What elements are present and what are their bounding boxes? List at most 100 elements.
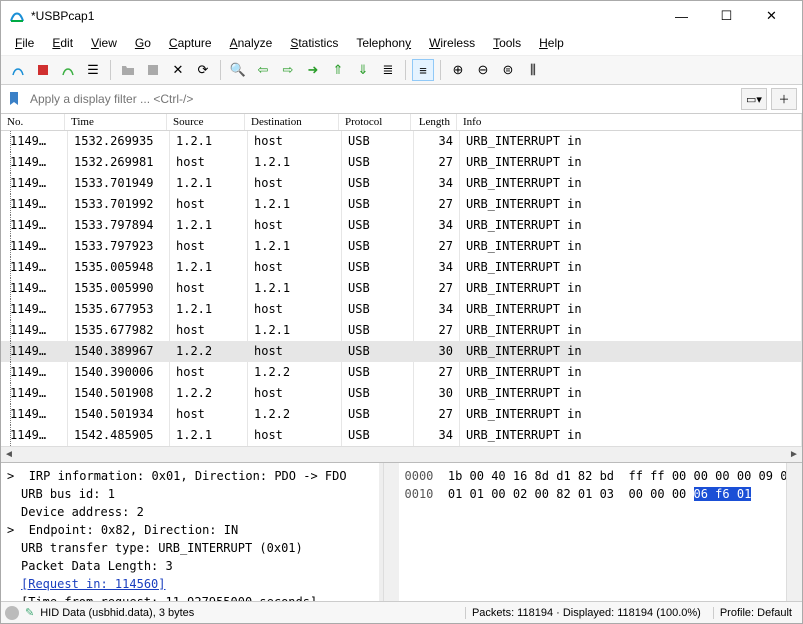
statusbar: ✎ HID Data (usbhid.data), 3 bytes Packet… xyxy=(1,601,802,623)
separator xyxy=(110,60,111,80)
separator xyxy=(405,60,406,80)
detail-line[interactable]: > IRP information: 0x01, Direction: PDO … xyxy=(3,467,379,485)
status-profile[interactable]: Profile: Default xyxy=(713,607,798,619)
app-icon xyxy=(9,8,25,24)
go-first-icon[interactable]: ⇑ xyxy=(327,59,349,81)
scroll-left-icon[interactable]: ◄ xyxy=(1,447,17,463)
table-row[interactable]: 1149…1533.7019491.2.1hostUSB34URB_INTERR… xyxy=(1,173,802,194)
filter-add-button[interactable]: ＋ xyxy=(771,88,797,110)
menu-telephony[interactable]: Telephony xyxy=(348,33,419,53)
scroll-right-icon[interactable]: ► xyxy=(786,447,802,463)
filter-expression-button[interactable]: ▭▾ xyxy=(741,88,767,110)
col-header-length[interactable]: Length xyxy=(411,114,457,130)
zoom-reset-icon[interactable]: ⊜ xyxy=(497,59,519,81)
menu-capture[interactable]: Capture xyxy=(161,33,220,53)
details-scrollbar[interactable] xyxy=(383,463,399,601)
packet-details[interactable]: > IRP information: 0x01, Direction: PDO … xyxy=(1,463,383,601)
go-back-icon[interactable]: ⇦ xyxy=(252,59,274,81)
resize-columns-icon[interactable]: ⫼ xyxy=(522,59,544,81)
menu-edit[interactable]: Edit xyxy=(44,33,81,53)
packet-list-header: No. Time Source Destination Protocol Len… xyxy=(1,114,802,131)
detail-line-link[interactable]: [Request in: 114560] xyxy=(3,575,379,593)
menu-go[interactable]: Go xyxy=(127,33,159,53)
expert-info-icon[interactable] xyxy=(5,606,19,620)
table-row[interactable]: 1149…1540.390006host1.2.2USB27URB_INTERR… xyxy=(1,362,802,383)
colorize-icon[interactable]: ≡ xyxy=(412,59,434,81)
col-header-info[interactable]: Info xyxy=(457,114,802,130)
menu-help[interactable]: Help xyxy=(531,33,572,53)
open-file-icon[interactable] xyxy=(117,59,139,81)
titlebar: *USBPcap1 — ☐ ✕ xyxy=(1,1,802,31)
table-row[interactable]: 1149…1533.797923host1.2.1USB27URB_INTERR… xyxy=(1,236,802,257)
horizontal-scrollbar[interactable]: ◄ ► xyxy=(1,446,802,462)
auto-scroll-icon[interactable]: ≣ xyxy=(377,59,399,81)
hex-bytes-highlight: 06 f6 01 xyxy=(694,487,752,501)
menu-tools[interactable]: Tools xyxy=(485,33,529,53)
scroll-track[interactable] xyxy=(17,449,786,461)
table-row[interactable]: 1149…1540.3899671.2.2hostUSB30URB_INTERR… xyxy=(1,341,802,362)
hex-offset: 0000 xyxy=(405,469,434,483)
table-row[interactable]: 1149…1535.677982host1.2.1USB27URB_INTERR… xyxy=(1,320,802,341)
detail-line[interactable]: URB bus id: 1 xyxy=(3,485,379,503)
table-row[interactable]: 1149…1540.5019081.2.2hostUSB30URB_INTERR… xyxy=(1,383,802,404)
detail-line[interactable]: Device address: 2 xyxy=(3,503,379,521)
col-header-destination[interactable]: Destination xyxy=(245,114,339,130)
table-row[interactable]: 1149…1532.2699351.2.1hostUSB34URB_INTERR… xyxy=(1,131,802,152)
maximize-button[interactable]: ☐ xyxy=(704,1,749,31)
minimize-button[interactable]: — xyxy=(659,1,704,31)
display-filter-input[interactable] xyxy=(26,89,737,109)
close-file-icon[interactable]: ✕ xyxy=(167,59,189,81)
table-row[interactable]: 1149…1542.4859051.2.1hostUSB34URB_INTERR… xyxy=(1,425,802,446)
detail-line[interactable]: URB transfer type: URB_INTERRUPT (0x01) xyxy=(3,539,379,557)
zoom-out-icon[interactable]: ⊖ xyxy=(472,59,494,81)
table-row[interactable]: 1149…1533.7978941.2.1hostUSB34URB_INTERR… xyxy=(1,215,802,236)
lower-panes: > IRP information: 0x01, Direction: PDO … xyxy=(1,463,802,601)
status-field: HID Data (usbhid.data), 3 bytes xyxy=(40,607,194,619)
go-forward-icon[interactable]: ⇨ xyxy=(277,59,299,81)
hex-bytes: 1b 00 40 16 8d d1 82 bd ff ff 00 00 00 0… xyxy=(448,469,786,483)
table-row[interactable]: 1149…1533.701992host1.2.1USB27URB_INTERR… xyxy=(1,194,802,215)
find-packet-icon[interactable]: 🔍 xyxy=(227,59,249,81)
packet-list-body: 1149…1532.2699351.2.1hostUSB34URB_INTERR… xyxy=(1,131,802,446)
menu-file[interactable]: File xyxy=(7,33,42,53)
col-header-protocol[interactable]: Protocol xyxy=(339,114,411,130)
capture-options-icon[interactable]: ☰ xyxy=(82,59,104,81)
bookmark-icon[interactable] xyxy=(6,88,22,110)
detail-line[interactable]: > Endpoint: 0x82, Direction: IN xyxy=(3,521,379,539)
filter-bar: ▭▾ ＋ xyxy=(1,85,802,114)
hex-offset: 0010 xyxy=(405,487,434,501)
hex-bytes: 01 01 00 02 00 82 01 03 00 00 00 xyxy=(448,487,694,501)
save-file-icon[interactable] xyxy=(142,59,164,81)
window-title: *USBPcap1 xyxy=(31,9,659,23)
table-row[interactable]: 1149…1532.269981host1.2.1USB27URB_INTERR… xyxy=(1,152,802,173)
table-row[interactable]: 1149…1535.0059481.2.1hostUSB34URB_INTERR… xyxy=(1,257,802,278)
zoom-in-icon[interactable]: ⊕ xyxy=(447,59,469,81)
menubar: File Edit View Go Capture Analyze Statis… xyxy=(1,31,802,56)
col-header-source[interactable]: Source xyxy=(167,114,245,130)
table-row[interactable]: 1149…1535.005990host1.2.1USB27URB_INTERR… xyxy=(1,278,802,299)
detail-line[interactable]: [Time from request: 11.927955000 seconds… xyxy=(3,593,379,601)
bytes-scrollbar[interactable] xyxy=(786,463,802,601)
table-row[interactable]: 1149…1540.501934host1.2.2USB27URB_INTERR… xyxy=(1,404,802,425)
edit-icon[interactable]: ✎ xyxy=(25,606,34,619)
window-controls: — ☐ ✕ xyxy=(659,1,794,31)
menu-view[interactable]: View xyxy=(83,33,125,53)
table-row[interactable]: 1149…1535.6779531.2.1hostUSB34URB_INTERR… xyxy=(1,299,802,320)
close-button[interactable]: ✕ xyxy=(749,1,794,31)
packet-list: No. Time Source Destination Protocol Len… xyxy=(1,114,802,463)
stop-capture-icon[interactable] xyxy=(32,59,54,81)
go-to-packet-icon[interactable]: ➜ xyxy=(302,59,324,81)
col-header-time[interactable]: Time xyxy=(65,114,167,130)
go-last-icon[interactable]: ⇓ xyxy=(352,59,374,81)
detail-line[interactable]: Packet Data Length: 3 xyxy=(3,557,379,575)
packet-bytes[interactable]: 0000 1b 00 40 16 8d d1 82 bd ff ff 00 00… xyxy=(399,463,787,601)
toolbar: ☰ ✕ ⟳ 🔍 ⇦ ⇨ ➜ ⇑ ⇓ ≣ ≡ ⊕ ⊖ ⊜ ⫼ xyxy=(1,56,802,85)
start-capture-icon[interactable] xyxy=(7,59,29,81)
separator xyxy=(440,60,441,80)
col-header-no[interactable]: No. xyxy=(1,114,65,130)
reload-icon[interactable]: ⟳ xyxy=(192,59,214,81)
menu-analyze[interactable]: Analyze xyxy=(222,33,281,53)
menu-wireless[interactable]: Wireless xyxy=(421,33,483,53)
restart-capture-icon[interactable] xyxy=(57,59,79,81)
menu-statistics[interactable]: Statistics xyxy=(282,33,346,53)
